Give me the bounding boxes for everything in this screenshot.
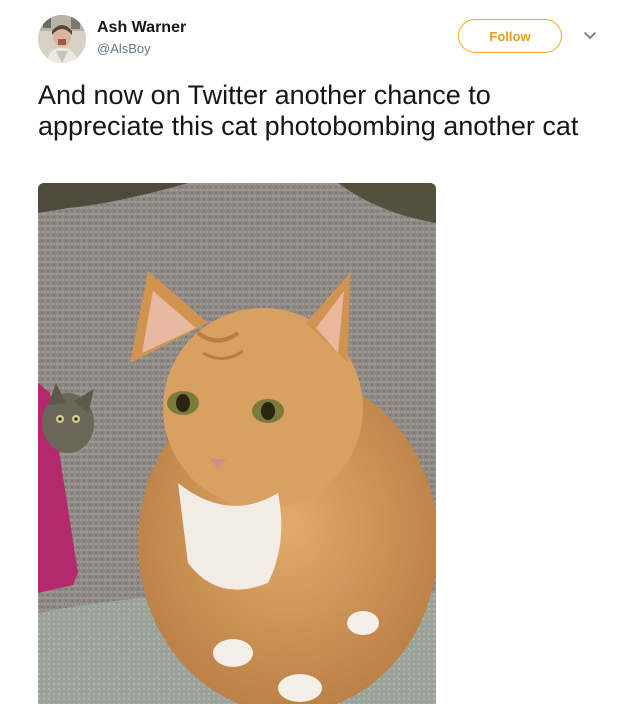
tweet-photo[interactable] (38, 183, 436, 704)
avatar-photo-icon (38, 15, 86, 63)
tweet-menu-button[interactable] (582, 28, 598, 44)
chevron-down-icon (584, 32, 596, 39)
tweet-text: And now on Twitter another chance to app… (38, 80, 579, 141)
tweet-card: Ash Warner @AlsBoy Follow And now on Twi… (0, 0, 636, 704)
follow-button[interactable]: Follow (458, 19, 562, 53)
cat-photo-image (38, 183, 436, 704)
author-name[interactable]: Ash Warner (97, 18, 186, 38)
author-avatar[interactable] (38, 15, 86, 63)
author-handle[interactable]: @AlsBoy (97, 41, 151, 57)
